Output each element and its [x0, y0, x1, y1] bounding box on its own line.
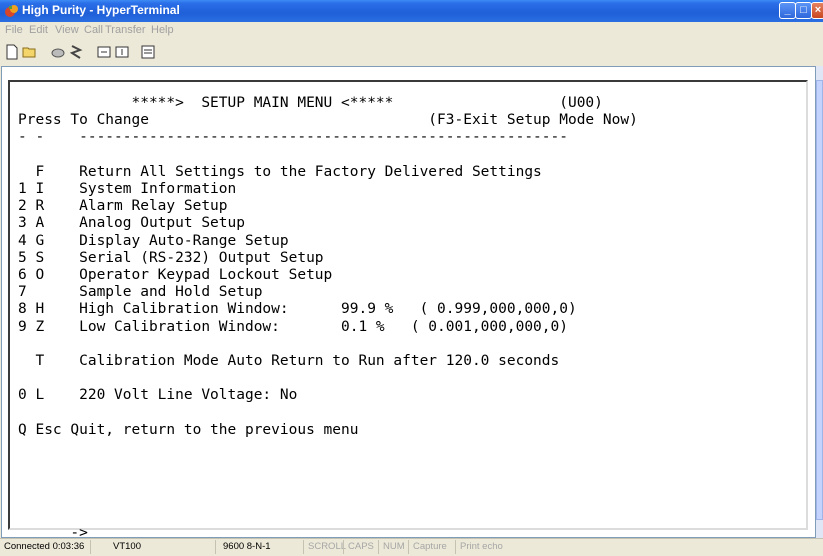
terminal-line: 3 A Analog Output Setup [18, 215, 245, 232]
close-button[interactable]: × [811, 2, 823, 19]
open-icon[interactable] [22, 44, 38, 60]
status-caps: CAPS [343, 540, 378, 554]
properties-dial-icon[interactable] [68, 44, 84, 60]
terminal-line: 6 O Operator Keypad Lockout Setup [18, 267, 333, 283]
terminal-line: *****> SETUP MAIN MENU <***** (U00) [18, 95, 603, 111]
terminal-line: T Calibration Mode Auto Return to Run af… [18, 353, 560, 369]
maximize-button[interactable]: □ [795, 2, 812, 19]
status-bar: Connected 0:03:36 VT100 9600 8-N-1 SCROL… [0, 538, 823, 556]
hyperterminal-app-icon[interactable] [4, 3, 20, 19]
menu-call[interactable]: Call [84, 24, 103, 36]
terminal-line: Press To Change (F3-Exit Setup Mode Now) [18, 112, 638, 129]
terminal-line: F Return All Settings to the Factory Del… [18, 163, 542, 180]
receive-icon[interactable] [114, 44, 130, 60]
terminal-line: 0 L 220 Volt Line Voltage: No [18, 387, 298, 404]
status-scroll: SCROLL [303, 540, 346, 554]
send-icon[interactable] [96, 44, 112, 60]
terminal-line: 4 G Display Auto-Range Setup [18, 232, 289, 249]
scrollbar-thumb[interactable] [816, 80, 823, 520]
disconnect-icon[interactable] [50, 44, 66, 60]
status-connected: Connected 0:03:36 [4, 541, 85, 552]
status-print-echo: Print echo [455, 540, 517, 554]
terminal-line: 8 H High Calibration Window: 99.9 % ( 0.… [18, 301, 577, 318]
menu-help[interactable]: Help [151, 24, 174, 36]
title-bar[interactable]: High Purity - HyperTerminal _ □ × [0, 0, 823, 22]
terminal-line: 1 I System Information [18, 181, 237, 197]
minimize-button[interactable]: _ [779, 2, 796, 19]
terminal-line: 9 Z Low Calibration Window: 0.1 % ( 0.00… [18, 318, 568, 335]
menu-view[interactable]: View [55, 24, 79, 36]
terminal-line: 7 Sample and Hold Setup [18, 284, 263, 301]
menu-bar: File Edit View Call Transfer Help [0, 22, 823, 38]
menu-edit[interactable]: Edit [29, 24, 48, 36]
status-settings: 9600 8-N-1 [215, 540, 303, 554]
terminal-line: Q Esc Quit, return to the previous menu [18, 421, 359, 438]
properties-icon[interactable] [140, 44, 156, 60]
new-icon[interactable] [4, 44, 20, 60]
menu-transfer[interactable]: Transfer [105, 24, 146, 36]
terminal-line: 2 R Alarm Relay Setup [18, 198, 228, 215]
status-emulation: VT100 [90, 540, 145, 554]
menu-file[interactable]: File [5, 24, 23, 36]
window-title: High Purity - HyperTerminal [22, 3, 180, 17]
vertical-scrollbar[interactable] [816, 66, 823, 538]
toolbar [0, 39, 823, 65]
terminal-line: 5 S Serial (RS-232) Output Setup [18, 249, 324, 266]
status-num: NUM [378, 540, 408, 554]
terminal-line: - - ------------------------------------… [18, 129, 568, 146]
status-capture: Capture [408, 540, 455, 554]
